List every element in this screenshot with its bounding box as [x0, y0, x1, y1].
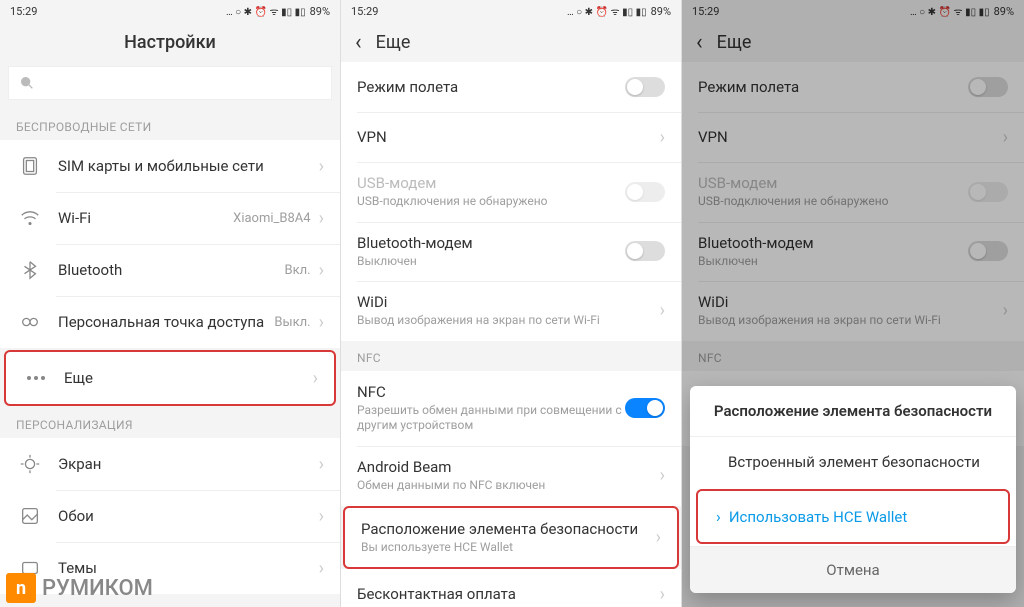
- back-button[interactable]: ‹: [355, 30, 362, 55]
- section-wireless: БЕСПРОВОДНЫЕ СЕТИ: [0, 110, 340, 140]
- row-bt-modem[interactable]: Bluetooth-модем Выключен: [341, 222, 681, 282]
- status-time: 15:29: [10, 5, 37, 18]
- airplane-toggle[interactable]: [625, 77, 665, 97]
- row-bluetooth[interactable]: Bluetooth Вкл. ›: [0, 244, 340, 296]
- row-screen[interactable]: Экран ›: [0, 438, 340, 490]
- more-icon: [22, 364, 50, 392]
- status-bar: 15:29 … ○ ✱ ⏰ ᯤ ▮▯ ▮▯ 89%: [341, 0, 681, 22]
- bt-modem-toggle[interactable]: [625, 241, 665, 261]
- page-title: Настройки: [0, 22, 340, 62]
- row-widi[interactable]: WiDi Вывод изображения на экран по сети …: [341, 281, 681, 341]
- chevron-right-icon: ›: [319, 208, 324, 229]
- bluetooth-value: Вкл.: [285, 263, 311, 278]
- status-icons: … ○ ✱ ⏰ ᯤ ▮▯ ▮▯: [567, 4, 647, 18]
- chevron-right-icon: ›: [660, 127, 665, 148]
- security-element-dialog: Расположение элемента безопасности Встро…: [690, 386, 1016, 593]
- phone-settings-main: 15:29 … ○ ✱ ⏰ ᯤ ▮▯ ▮▯ 89% Настройки БЕСП…: [0, 0, 341, 607]
- chevron-right-icon: ›: [319, 312, 324, 333]
- wallpaper-icon: [16, 502, 44, 530]
- section-nfc: NFC: [341, 341, 681, 371]
- status-bar: 15:29 … ○ ✱ ⏰ ᯤ ▮▯ ▮▯ 89%: [0, 0, 340, 22]
- row-more[interactable]: Еще ›: [6, 352, 334, 404]
- row-contactless-pay[interactable]: Бесконтактная оплата ›: [341, 569, 681, 607]
- row-sim-cards[interactable]: SIM карты и мобильные сети ›: [0, 140, 340, 192]
- dialog-option-embedded[interactable]: Встроенный элемент безопасности: [690, 436, 1016, 487]
- row-wallpaper[interactable]: Обои ›: [0, 490, 340, 542]
- chevron-right-icon: ›: [319, 558, 324, 579]
- row-vpn[interactable]: VPN ›: [341, 112, 681, 162]
- status-icons: … ○ ✱ ⏰ ᯤ ▮▯ ▮▯: [226, 4, 306, 18]
- hotspot-icon: [16, 308, 44, 336]
- status-battery: 89%: [310, 5, 330, 18]
- hotspot-value: Выкл.: [274, 315, 310, 330]
- row-wifi[interactable]: Wi-Fi Xiaomi_B8A4 ›: [0, 192, 340, 244]
- search-icon: [19, 75, 35, 91]
- status-battery: 89%: [651, 5, 671, 18]
- chevron-right-icon: ›: [660, 465, 665, 486]
- chevron-right-icon: ›: [319, 260, 324, 281]
- chevron-right-icon: ›: [319, 156, 324, 177]
- check-icon: ›: [716, 507, 721, 526]
- usb-modem-toggle: [625, 182, 665, 202]
- title-bar: ‹ Еще: [341, 22, 681, 62]
- chevron-right-icon: ›: [319, 506, 324, 527]
- wifi-icon: [16, 204, 44, 232]
- screen-icon: [16, 450, 44, 478]
- bluetooth-icon: [16, 256, 44, 284]
- search-input[interactable]: [8, 66, 332, 100]
- phone-settings-more: 15:29 … ○ ✱ ⏰ ᯤ ▮▯ ▮▯ 89% ‹ Еще Режим по…: [341, 0, 682, 607]
- row-usb-modem: USB-модем USB-подключения не обнаружено: [341, 162, 681, 222]
- watermark: n РУМИКОМ: [0, 569, 159, 607]
- dialog-title: Расположение элемента безопасности: [690, 386, 1016, 436]
- section-personalization: ПЕРСОНАЛИЗАЦИЯ: [0, 408, 340, 438]
- row-airplane-mode[interactable]: Режим полета: [341, 62, 681, 112]
- chevron-right-icon: ›: [319, 454, 324, 475]
- nfc-toggle[interactable]: [625, 398, 665, 418]
- row-hotspot[interactable]: Персональная точка доступа Выкл. ›: [0, 296, 340, 348]
- dialog-option-hce-wallet[interactable]: › Использовать HCE Wallet: [698, 491, 1008, 542]
- chevron-right-icon: ›: [660, 300, 665, 321]
- chevron-right-icon: ›: [656, 527, 661, 548]
- page-title: Еще: [376, 32, 411, 53]
- row-security-element[interactable]: Расположение элемента безопасности Вы ис…: [345, 508, 677, 568]
- status-time: 15:29: [351, 5, 378, 18]
- row-nfc[interactable]: NFC Разрешить обмен данными при совмещен…: [341, 371, 681, 446]
- dialog-cancel-button[interactable]: Отмена: [690, 546, 1016, 593]
- chevron-right-icon: ›: [660, 584, 665, 605]
- wifi-value: Xiaomi_B8A4: [233, 211, 310, 226]
- row-android-beam[interactable]: Android Beam Обмен данными по NFC включе…: [341, 446, 681, 506]
- phone-settings-dialog: 15:29 … ○ ✱ ⏰ ᯤ ▮▯ ▮▯ 89% ‹ Еще Режим по…: [682, 0, 1024, 607]
- chevron-right-icon: ›: [313, 368, 318, 389]
- watermark-logo-icon: n: [6, 573, 36, 603]
- sim-icon: [16, 152, 44, 180]
